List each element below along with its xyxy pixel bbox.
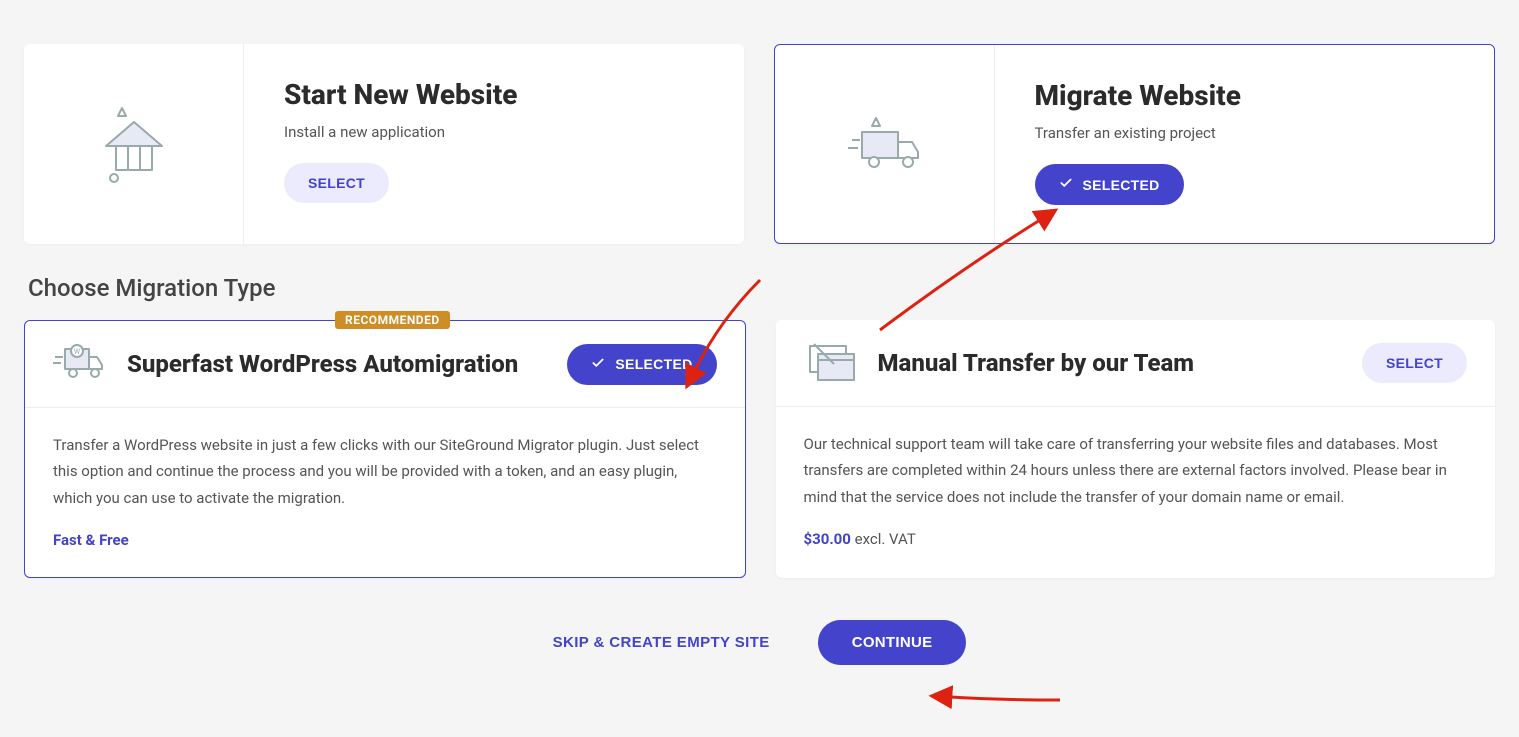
migrate-subtitle: Transfer an existing project <box>1035 124 1455 142</box>
vat-note: excl. VAT <box>851 530 916 548</box>
manual-transfer-title: Manual Transfer by our Team <box>878 348 1342 378</box>
continue-button[interactable]: CONTINUE <box>818 620 967 665</box>
house-icon <box>24 44 244 244</box>
bottom-actions: SKIP & CREATE EMPTY SITE CONTINUE <box>24 620 1495 665</box>
top-options-row: Start New Website Install a new applicat… <box>24 44 1495 244</box>
select-start-new-label: SELECT <box>308 175 365 191</box>
svg-text:W: W <box>74 348 81 356</box>
automigration-title: Superfast WordPress Automigration <box>127 349 547 379</box>
recommended-badge: RECOMMENDED <box>335 311 450 329</box>
start-new-title: Start New Website <box>284 78 704 111</box>
manual-transfer-foot: $30.00 excl. VAT <box>776 518 1496 576</box>
select-manual-transfer-label: SELECT <box>1386 355 1443 371</box>
automigration-desc: Transfer a WordPress website in just a f… <box>25 408 745 519</box>
migrate-title: Migrate Website <box>1035 79 1455 112</box>
check-icon <box>591 356 605 373</box>
browser-windows-icon <box>804 342 858 384</box>
select-manual-transfer-button[interactable]: SELECT <box>1362 343 1467 383</box>
automigration-card[interactable]: RECOMMENDED W Superfast WordPres <box>24 320 746 578</box>
selected-migrate-label: SELECTED <box>1083 177 1160 193</box>
continue-label: CONTINUE <box>852 634 933 651</box>
check-icon <box>1059 176 1073 193</box>
price: $30.00 <box>804 530 851 548</box>
wp-truck-icon: W <box>53 343 107 385</box>
manual-transfer-card[interactable]: Manual Transfer by our Team SELECT Our t… <box>776 320 1496 578</box>
selected-automigration-label: SELECTED <box>615 356 692 372</box>
skip-create-empty-site-button[interactable]: SKIP & CREATE EMPTY SITE <box>553 634 770 651</box>
manual-transfer-desc: Our technical support team will take car… <box>776 407 1496 518</box>
truck-icon <box>775 45 995 243</box>
skip-label: SKIP & CREATE EMPTY SITE <box>553 634 770 651</box>
choose-migration-type-heading: Choose Migration Type <box>28 274 1495 302</box>
migrate-website-card[interactable]: Migrate Website Transfer an existing pro… <box>774 44 1496 244</box>
selected-migrate-button[interactable]: SELECTED <box>1035 164 1184 205</box>
migration-type-row: RECOMMENDED W Superfast WordPres <box>24 320 1495 578</box>
selected-automigration-button[interactable]: SELECTED <box>567 344 716 385</box>
select-start-new-button[interactable]: SELECT <box>284 163 389 203</box>
start-new-subtitle: Install a new application <box>284 123 704 141</box>
automigration-foot: Fast & Free <box>25 519 745 577</box>
start-new-website-card[interactable]: Start New Website Install a new applicat… <box>24 44 744 244</box>
